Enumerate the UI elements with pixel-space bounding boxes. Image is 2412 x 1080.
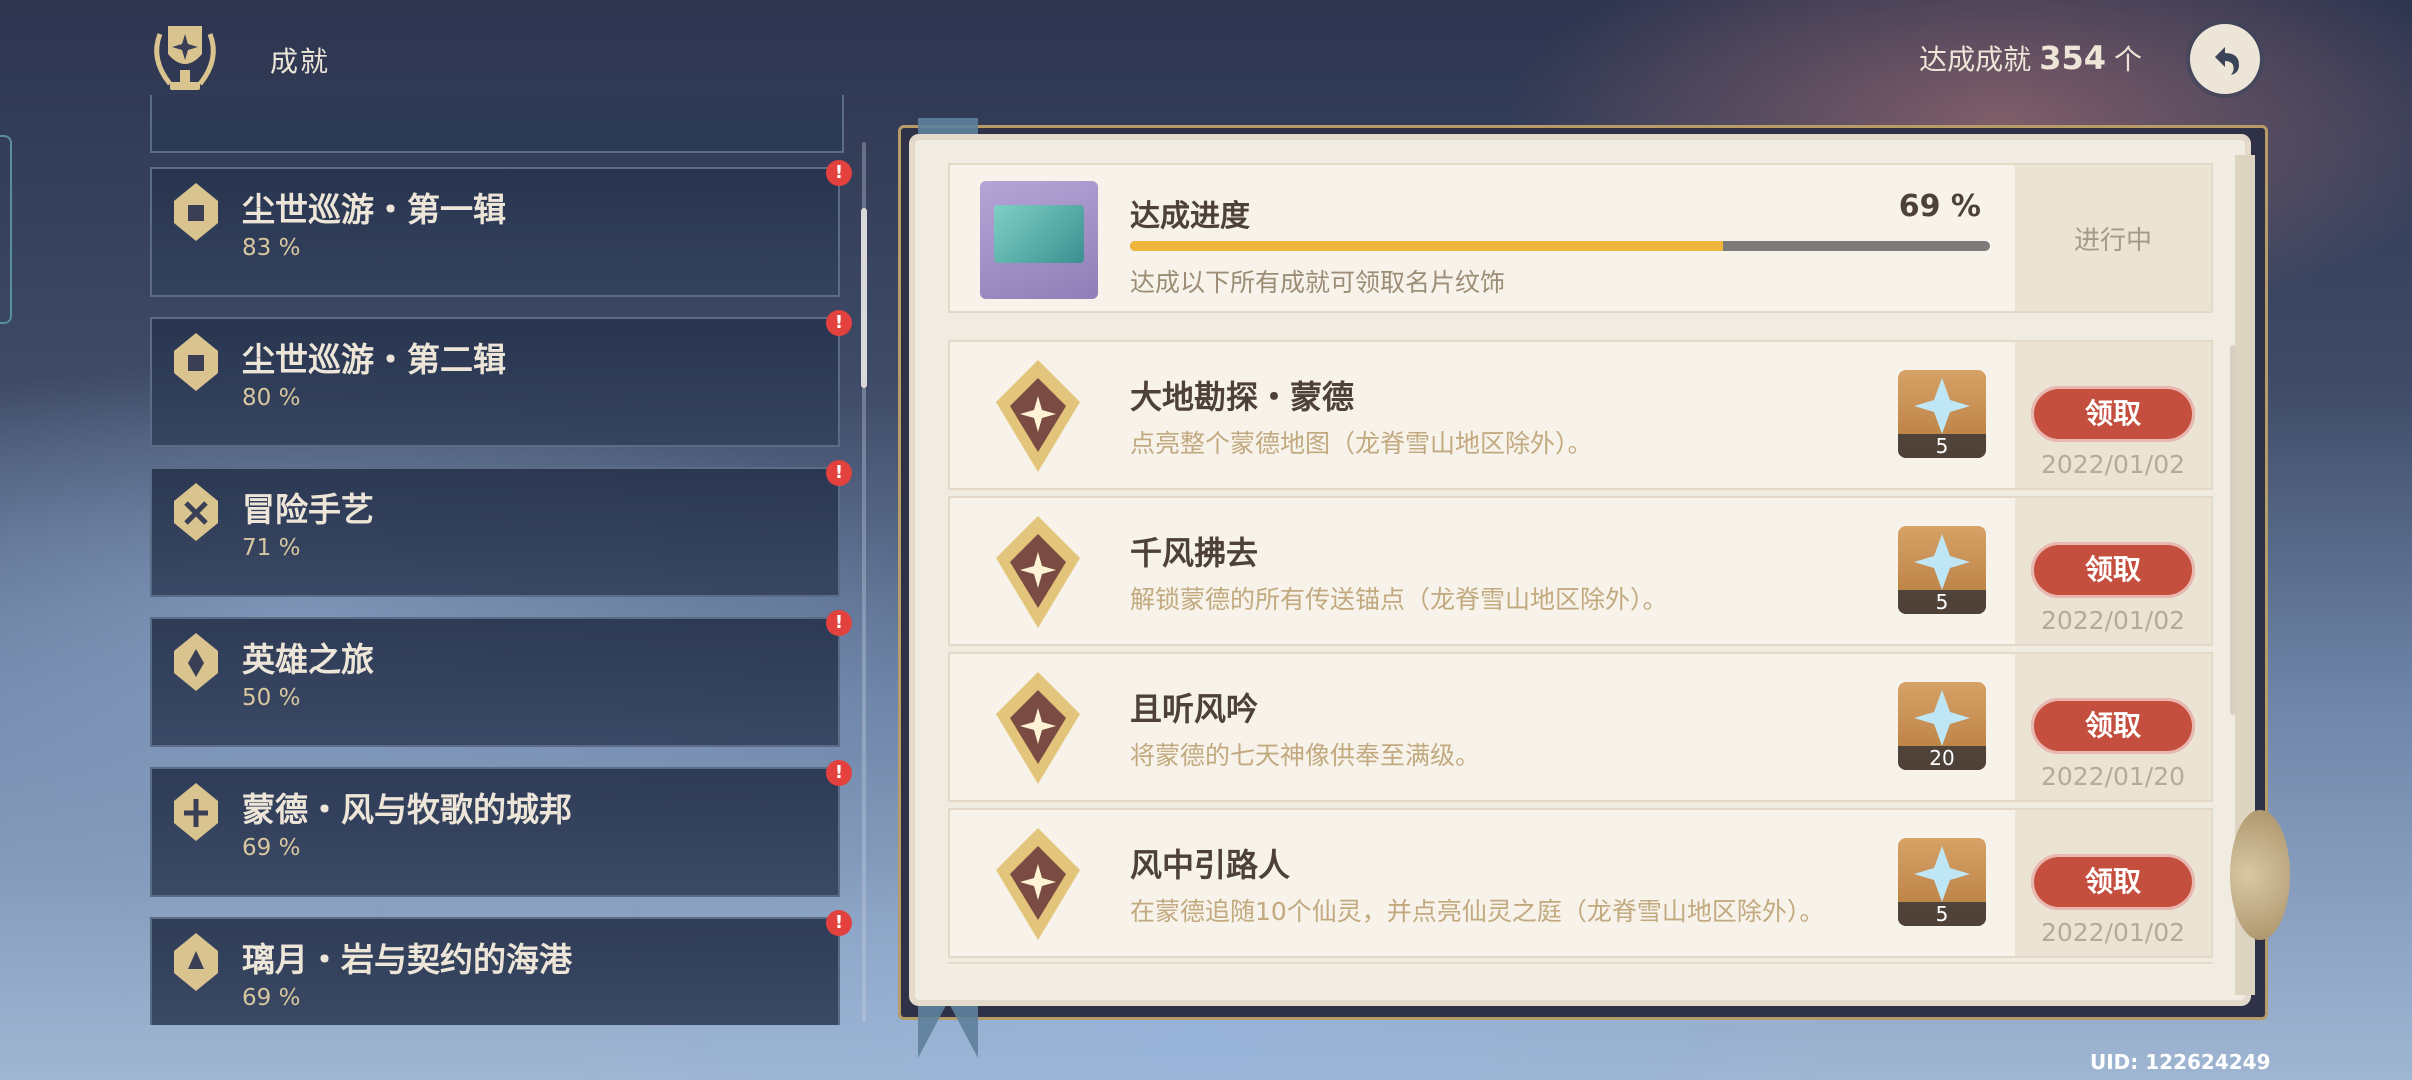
claim-button[interactable]: 领取 — [2031, 542, 2195, 598]
progress-bar — [1130, 241, 1990, 251]
category-item-heroes[interactable]: 英雄之旅 50 % — [150, 617, 840, 747]
primogem-reward: 5 — [1898, 838, 1986, 926]
claim-area: 领取 2022/01/02 — [2015, 810, 2211, 956]
category-name: 璃月・岩与契约的海港 — [242, 940, 572, 979]
achievement-description: 将蒙德的七天神像供奉至满级。 — [1130, 741, 1481, 770]
reward-count: 5 — [1898, 434, 1986, 458]
category-item-mondstadt[interactable]: 蒙德・风与牧歌的城邦 69 % — [150, 767, 840, 897]
primogem-icon — [1914, 534, 1970, 590]
total-unit: 个 — [2113, 43, 2142, 76]
category-percent: 69 % — [242, 985, 301, 1011]
category-name: 蒙德・风与牧歌的城邦 — [242, 790, 572, 829]
achievement-medal-icon — [996, 672, 1080, 784]
achievement-row: 千风拂去 解锁蒙德的所有传送锚点（龙脊雪山地区除外）。 5 领取 2022/01… — [948, 496, 2213, 646]
achievement-title: 大地勘探・蒙德 — [1130, 378, 1355, 416]
reward-count: 5 — [1898, 590, 1986, 614]
claim-area: 领取 2022/01/02 — [2015, 342, 2211, 488]
achievement-row: 风中引路人 在蒙德追随10个仙灵，并点亮仙灵之庭（龙脊雪山地区除外）。 5 领取… — [948, 808, 2213, 958]
category-percent: 80 % — [242, 385, 301, 411]
claim-button[interactable]: 领取 — [2031, 698, 2195, 754]
category-item-wonders-1[interactable]: 尘世巡游・第一辑 83 % — [150, 167, 840, 297]
primogem-reward: 5 — [1898, 370, 1986, 458]
category-item-liyue[interactable]: 璃月・岩与契约的海港 69 % — [150, 917, 840, 1025]
achievement-total: 达成成就 354 个 — [1919, 38, 2142, 78]
category-emblem-icon — [174, 483, 218, 541]
category-progress-card: 达成进度 69 % 达成以下所有成就可领取名片纹饰 进行中 — [948, 163, 2213, 313]
category-percent: 50 % — [242, 685, 301, 711]
claim-button[interactable]: 领取 — [2031, 854, 2195, 910]
achievement-medal-icon — [996, 516, 1080, 628]
claim-area: 领取 2022/01/20 — [2015, 654, 2211, 800]
side-tab-indicator — [0, 135, 12, 324]
achievement-description: 解锁蒙德的所有传送锚点（龙脊雪山地区除外）。 — [1130, 585, 1668, 614]
primogem-icon — [1914, 690, 1970, 746]
achievement-description: 在蒙德追随10个仙灵，并点亮仙灵之庭（龙脊雪山地区除外）。 — [1130, 897, 1825, 926]
achievement-description: 点亮整个蒙德地图（龙脊雪山地区除外）。 — [1130, 429, 1593, 458]
category-emblem-icon — [174, 633, 218, 691]
trophy-icon — [154, 26, 216, 90]
notification-badge: ! — [826, 460, 852, 486]
category-name: 尘世巡游・第二辑 — [242, 340, 506, 379]
category-name: 尘世巡游・第一辑 — [242, 190, 506, 229]
primogem-icon — [1914, 378, 1970, 434]
notification-badge: ! — [826, 310, 852, 336]
category-emblem-icon — [174, 783, 218, 841]
achievement-row-partial — [948, 962, 2213, 965]
total-label: 达成成就 — [1919, 43, 2032, 76]
achievement-row: 大地勘探・蒙德 点亮整个蒙德地图（龙脊雪山地区除外）。 5 领取 2022/01… — [948, 340, 2213, 490]
achievement-scrollbar[interactable] — [2230, 345, 2236, 715]
progress-description: 达成以下所有成就可领取名片纹饰 — [1130, 268, 1506, 297]
claim-area: 领取 2022/01/02 — [2015, 498, 2211, 644]
achievement-medal-icon — [996, 828, 1080, 940]
claim-button[interactable]: 领取 — [2031, 386, 2195, 442]
back-button[interactable] — [2190, 24, 2260, 94]
primogem-reward: 20 — [1898, 682, 1986, 770]
namecard-reward-icon — [980, 181, 1098, 299]
total-count: 354 — [2039, 39, 2106, 77]
category-percent: 71 % — [242, 535, 301, 561]
reward-count: 20 — [1898, 746, 1986, 770]
category-name: 冒险手艺 — [242, 490, 374, 529]
page-title: 成就 — [270, 45, 331, 78]
achievement-date: 2022/01/02 — [2040, 606, 2186, 635]
category-item-crafting[interactable]: 冒险手艺 71 % — [150, 467, 840, 597]
category-emblem-icon — [174, 183, 218, 241]
uid-label: UID: 122624249 — [2090, 1050, 2271, 1074]
progress-percent: 69 % — [1898, 189, 1981, 224]
notification-badge: ! — [826, 160, 852, 186]
category-item-partial[interactable] — [150, 95, 844, 153]
namecard-art — [994, 205, 1084, 263]
category-item-wonders-2[interactable]: 尘世巡游・第二辑 80 % — [150, 317, 840, 447]
progress-status: 进行中 — [2015, 165, 2211, 311]
notification-badge: ! — [826, 910, 852, 936]
category-name: 英雄之旅 — [242, 640, 374, 679]
notification-badge: ! — [826, 610, 852, 636]
category-percent: 83 % — [242, 235, 301, 261]
return-arrow-icon — [2215, 47, 2239, 75]
progress-label: 达成进度 — [1130, 199, 1250, 234]
book-medallion — [2230, 810, 2290, 940]
achievement-title: 风中引路人 — [1130, 846, 1291, 884]
primogem-icon — [1914, 846, 1970, 902]
category-percent: 69 % — [242, 835, 301, 861]
achievement-date: 2022/01/02 — [2040, 450, 2186, 479]
achievement-title: 且听风吟 — [1130, 690, 1259, 728]
achievement-title: 千风拂去 — [1130, 534, 1259, 572]
category-emblem-icon — [174, 933, 218, 991]
category-scrollbar-thumb[interactable] — [861, 208, 867, 388]
category-list[interactable]: 尘世巡游・第一辑 83 % 尘世巡游・第二辑 80 % 冒险手艺 71 % 英雄… — [150, 95, 845, 1025]
notification-badge: ! — [826, 760, 852, 786]
category-emblem-icon — [174, 333, 218, 391]
achievement-medal-icon — [996, 360, 1080, 472]
achievement-date: 2022/01/20 — [2040, 762, 2186, 791]
achievement-row: 且听风吟 将蒙德的七天神像供奉至满级。 20 领取 2022/01/20 — [948, 652, 2213, 802]
achievement-list[interactable]: 大地勘探・蒙德 点亮整个蒙德地图（龙脊雪山地区除外）。 5 领取 2022/01… — [948, 340, 2213, 965]
achievement-date: 2022/01/02 — [2040, 918, 2186, 947]
primogem-reward: 5 — [1898, 526, 1986, 614]
progress-bar-fill — [1130, 241, 1724, 251]
reward-count: 5 — [1898, 902, 1986, 926]
